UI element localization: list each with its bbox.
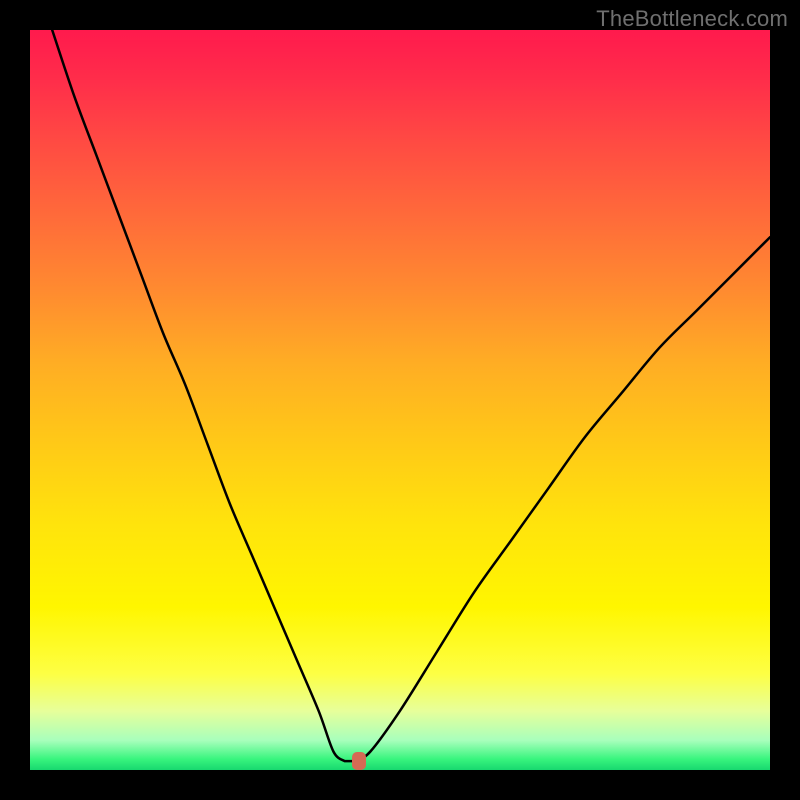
bottleneck-curve xyxy=(30,30,770,770)
curve-path xyxy=(52,30,770,761)
watermark-text: TheBottleneck.com xyxy=(596,6,788,32)
outer-frame: TheBottleneck.com xyxy=(0,0,800,800)
optimal-marker xyxy=(352,752,366,770)
plot-area xyxy=(30,30,770,770)
